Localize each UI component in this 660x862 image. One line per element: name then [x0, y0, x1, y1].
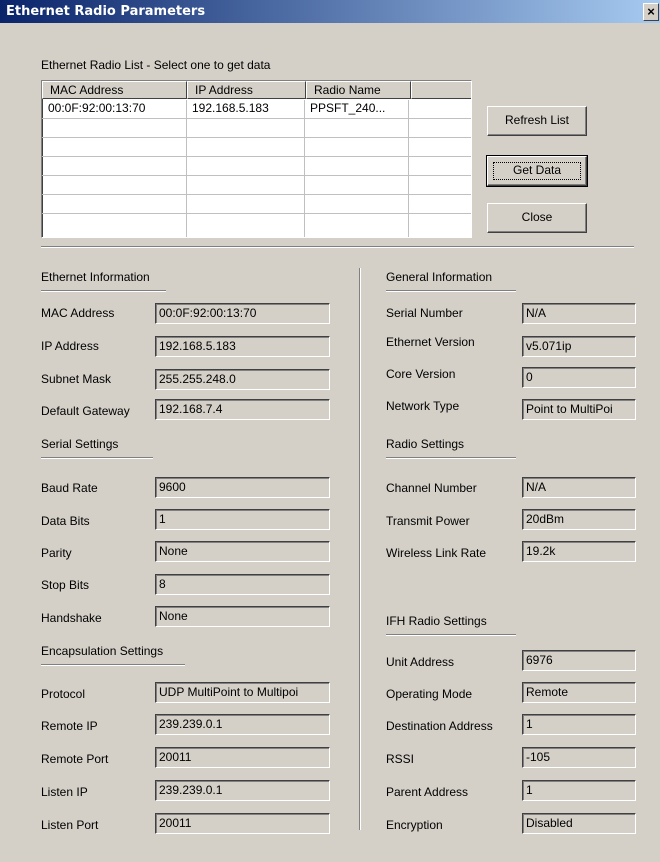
serial-number-label: Serial Number	[386, 306, 463, 320]
parity-field[interactable]: None	[155, 541, 330, 562]
column-header-mac[interactable]: MAC Address	[42, 81, 187, 99]
protocol-label: Protocol	[41, 687, 86, 701]
ethernet-radio-list[interactable]: MAC Address IP Address Radio Name 00:0F:…	[41, 80, 472, 238]
grid-line	[42, 156, 471, 157]
listen-port-field[interactable]: 20011	[155, 813, 330, 834]
cell-ip: 192.168.5.183	[192, 101, 269, 115]
grid-line	[42, 137, 471, 138]
get-data-button[interactable]: Get Data	[486, 155, 588, 187]
listen-ip-label: Listen IP	[41, 785, 88, 799]
data-bits-field[interactable]: 1	[155, 509, 330, 530]
listen-ip-field[interactable]: 239.239.0.1	[155, 780, 330, 801]
heading-underline	[41, 457, 153, 459]
general-information-heading: General Information	[386, 270, 493, 284]
focus-rect	[493, 162, 581, 180]
ip-address-field[interactable]: 192.168.5.183	[155, 336, 330, 357]
column-header-empty[interactable]	[411, 81, 471, 99]
heading-underline	[386, 634, 516, 636]
ethernet-radio-parameters-dialog: Ethernet Radio Parameters × Ethernet Rad…	[0, 0, 660, 862]
destination-address-field[interactable]: 1	[522, 714, 636, 735]
wireless-link-rate-label: Wireless Link Rate	[386, 546, 487, 560]
operating-mode-label: Operating Mode	[386, 687, 473, 701]
stop-bits-label: Stop Bits	[41, 578, 90, 592]
encryption-field[interactable]: Disabled	[522, 813, 636, 834]
subnet-mask-label: Subnet Mask	[41, 372, 112, 386]
list-header: MAC Address IP Address Radio Name	[42, 81, 471, 99]
listen-port-label: Listen Port	[41, 818, 99, 832]
rssi-label: RSSI	[386, 752, 415, 766]
protocol-field[interactable]: UDP MultiPoint to Multipoi	[155, 682, 330, 703]
ifh-radio-settings-heading: IFH Radio Settings	[386, 614, 487, 628]
radio-settings-heading: Radio Settings	[386, 437, 465, 451]
cell-radio-name: PPSFT_240...	[310, 101, 386, 115]
channel-number-field[interactable]: N/A	[522, 477, 636, 498]
column-separator	[359, 268, 361, 830]
encryption-label: Encryption	[386, 818, 443, 832]
default-gateway-field[interactable]: 192.168.7.4	[155, 399, 330, 420]
default-gateway-label: Default Gateway	[41, 404, 130, 418]
mac-address-field[interactable]: 00:0F:92:00:13:70	[155, 303, 330, 324]
rssi-field[interactable]: -105	[522, 747, 636, 768]
ip-address-label: IP Address	[41, 339, 99, 353]
data-bits-label: Data Bits	[41, 514, 90, 528]
close-icon[interactable]: ×	[643, 3, 659, 21]
ethernet-information-heading: Ethernet Information	[41, 270, 150, 284]
grid-line	[42, 194, 471, 195]
transmit-power-field[interactable]: 20dBm	[522, 509, 636, 530]
unit-address-label: Unit Address	[386, 655, 455, 669]
list-item[interactable]: 00:0F:92:00:13:70 192.168.5.183 PPSFT_24…	[42, 99, 471, 118]
parent-address-label: Parent Address	[386, 785, 469, 799]
separator	[41, 246, 634, 248]
heading-underline	[386, 457, 516, 459]
serial-settings-heading: Serial Settings	[41, 437, 119, 451]
baud-rate-label: Baud Rate	[41, 481, 98, 495]
parity-label: Parity	[41, 546, 72, 560]
channel-number-label: Channel Number	[386, 481, 477, 495]
title-bar[interactable]: Ethernet Radio Parameters ×	[0, 0, 660, 23]
ethernet-version-field[interactable]: v5.071ip	[522, 336, 636, 357]
close-button[interactable]: Close	[487, 203, 587, 233]
cell-mac: 00:0F:92:00:13:70	[48, 101, 146, 115]
grid-line	[304, 100, 305, 237]
refresh-list-button[interactable]: Refresh List	[487, 106, 587, 136]
unit-address-field[interactable]: 6976	[522, 650, 636, 671]
grid-line	[42, 118, 471, 119]
radio-list-caption: Ethernet Radio List - Select one to get …	[41, 58, 271, 72]
operating-mode-field[interactable]: Remote	[522, 682, 636, 703]
grid-line	[408, 100, 409, 237]
column-header-ip[interactable]: IP Address	[187, 81, 306, 99]
mac-address-label: MAC Address	[41, 306, 115, 320]
core-version-label: Core Version	[386, 367, 456, 381]
remote-port-label: Remote Port	[41, 752, 109, 766]
remote-port-field[interactable]: 20011	[155, 747, 330, 768]
ethernet-version-label: Ethernet Version	[386, 335, 475, 349]
network-type-label: Network Type	[386, 399, 460, 413]
handshake-label: Handshake	[41, 611, 102, 625]
remote-ip-label: Remote IP	[41, 719, 98, 733]
heading-underline	[386, 290, 516, 292]
serial-number-field[interactable]: N/A	[522, 303, 636, 324]
core-version-field[interactable]: 0	[522, 367, 636, 388]
parent-address-field[interactable]: 1	[522, 780, 636, 801]
encapsulation-settings-heading: Encapsulation Settings	[41, 644, 164, 658]
stop-bits-field[interactable]: 8	[155, 574, 330, 595]
grid-line	[186, 100, 187, 237]
heading-underline	[41, 664, 185, 666]
heading-underline	[41, 290, 166, 292]
wireless-link-rate-field[interactable]: 19.2k	[522, 541, 636, 562]
handshake-field[interactable]: None	[155, 606, 330, 627]
destination-address-label: Destination Address	[386, 719, 493, 733]
remote-ip-field[interactable]: 239.239.0.1	[155, 714, 330, 735]
transmit-power-label: Transmit Power	[386, 514, 470, 528]
window-title: Ethernet Radio Parameters	[6, 4, 206, 19]
network-type-field[interactable]: Point to MultiPoi	[522, 399, 636, 420]
grid-line	[42, 213, 471, 214]
column-header-radio-name[interactable]: Radio Name	[306, 81, 411, 99]
subnet-mask-field[interactable]: 255.255.248.0	[155, 369, 330, 390]
grid-line	[42, 175, 471, 176]
baud-rate-field[interactable]: 9600	[155, 477, 330, 498]
